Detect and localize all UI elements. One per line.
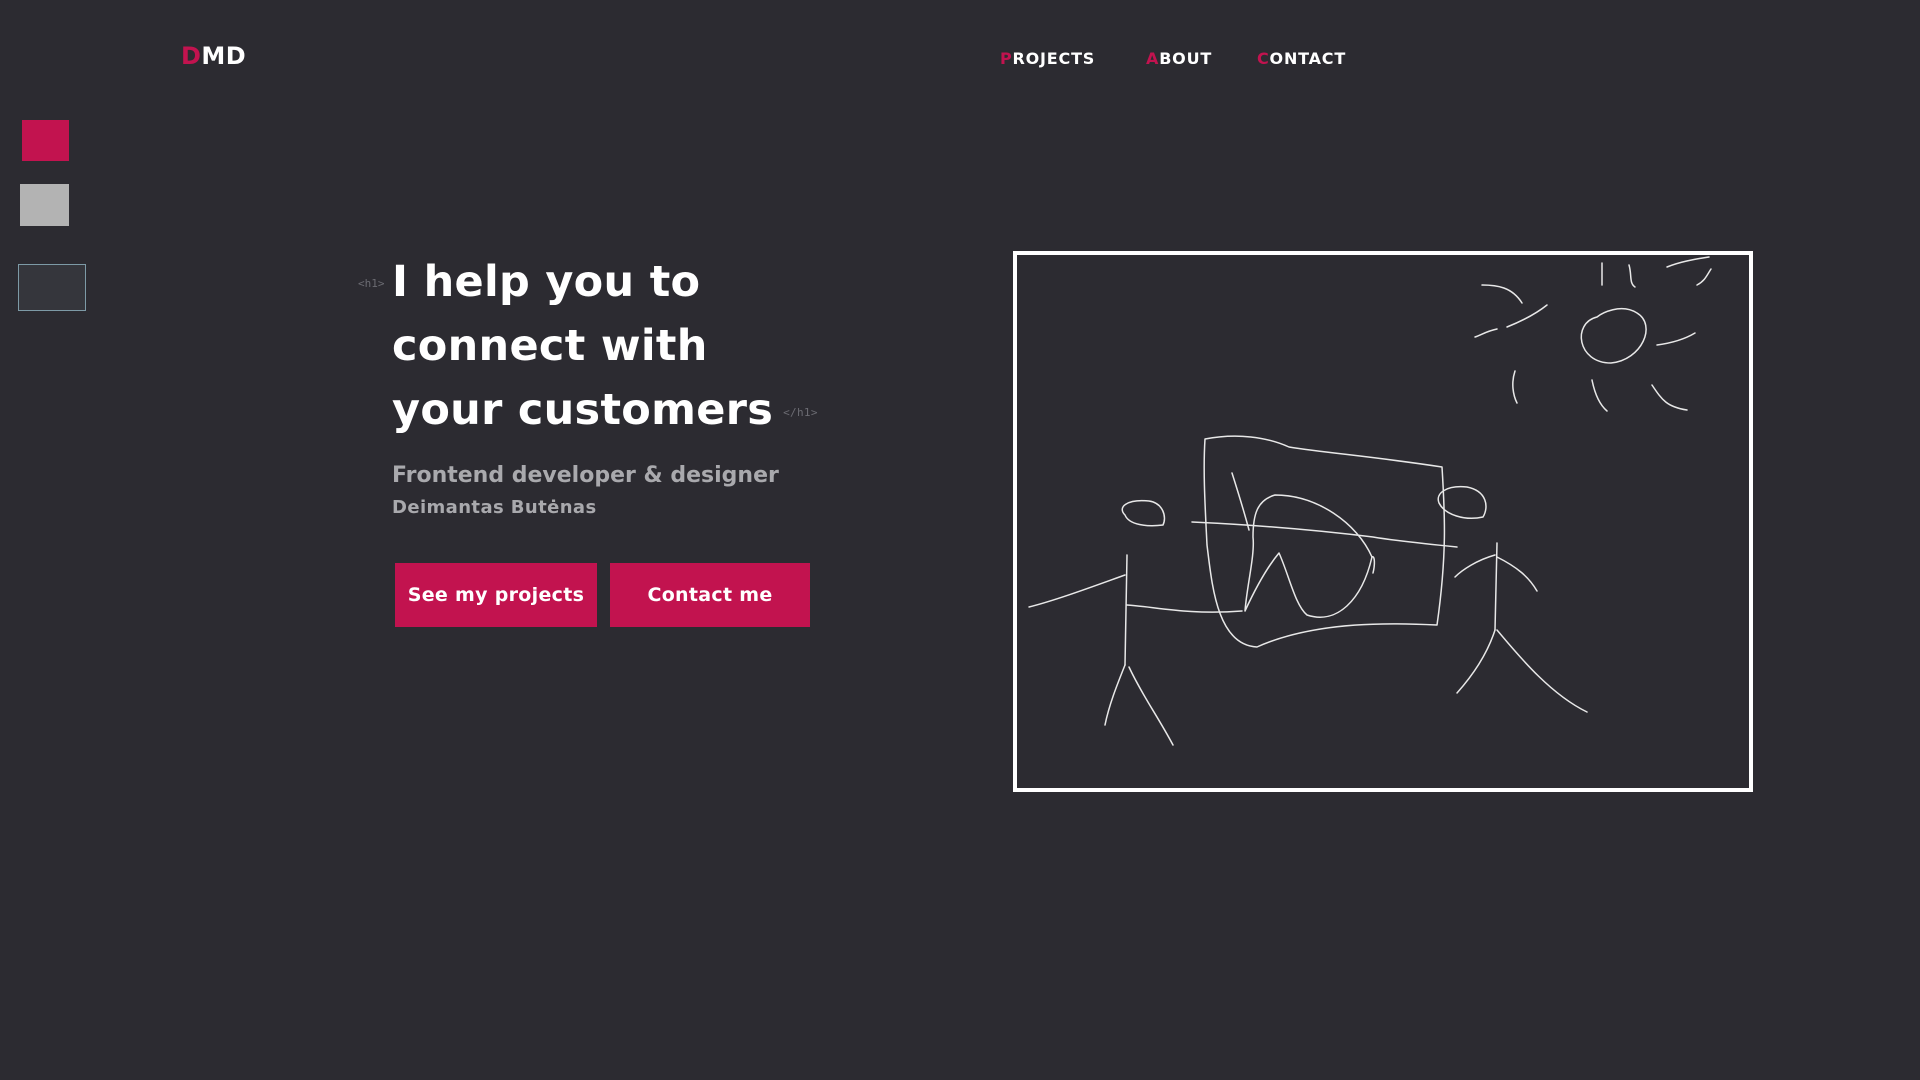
theme-swatch-red[interactable]: [22, 120, 69, 161]
headline-line-3-wrapper: your customers </h1>: [392, 378, 862, 445]
see-projects-button[interactable]: See my projects: [395, 563, 597, 627]
headline-line-1: I help you to: [392, 257, 701, 307]
hero-author-name: Deimantas Butėnas: [392, 496, 597, 518]
nav-link-contact-rest: ONTACT: [1269, 49, 1347, 68]
hero-headline: I help you to connect with your customer…: [392, 250, 862, 445]
headline-line-2: connect with: [392, 321, 708, 371]
hero-subtitle: Frontend developer & designer: [392, 462, 779, 488]
hero-section: <h1> I help you to connect with your cus…: [358, 250, 862, 518]
hand-drawn-sketch-illustration: [1028, 256, 1712, 746]
nav-link-contact[interactable]: CONTACT: [1257, 49, 1346, 68]
screen-sketch: [1191, 435, 1458, 648]
nav-link-projects[interactable]: PROJECTS: [1000, 49, 1095, 68]
headline-line-3: your customers: [392, 385, 774, 435]
sketch-illustration-frame: [1013, 251, 1753, 792]
logo-rest: MD: [201, 42, 247, 70]
theme-swatch-dark[interactable]: [18, 264, 86, 311]
h1-open-tag: <h1>: [358, 277, 385, 290]
logo-initial: D: [181, 42, 202, 70]
hero-buttons: See my projects Contact me: [395, 563, 810, 627]
logo[interactable]: DMD: [181, 42, 246, 70]
nav-link-about-initial: A: [1146, 49, 1160, 68]
nav-link-projects-initial: P: [1000, 49, 1013, 68]
sun-sketch: [1474, 256, 1712, 412]
right-stick-figure: [1437, 485, 1588, 713]
nav-link-contact-initial: C: [1257, 49, 1270, 68]
theme-swatch-grey[interactable]: [20, 184, 69, 226]
contact-me-button[interactable]: Contact me: [610, 563, 810, 627]
nav-link-about-rest: BOUT: [1159, 49, 1213, 68]
h1-close-tag: </h1>: [783, 405, 818, 419]
nav-link-projects-rest: ROJECTS: [1012, 49, 1096, 68]
nav-link-about[interactable]: ABOUT: [1146, 49, 1212, 68]
left-stick-figure: [1028, 499, 1243, 746]
